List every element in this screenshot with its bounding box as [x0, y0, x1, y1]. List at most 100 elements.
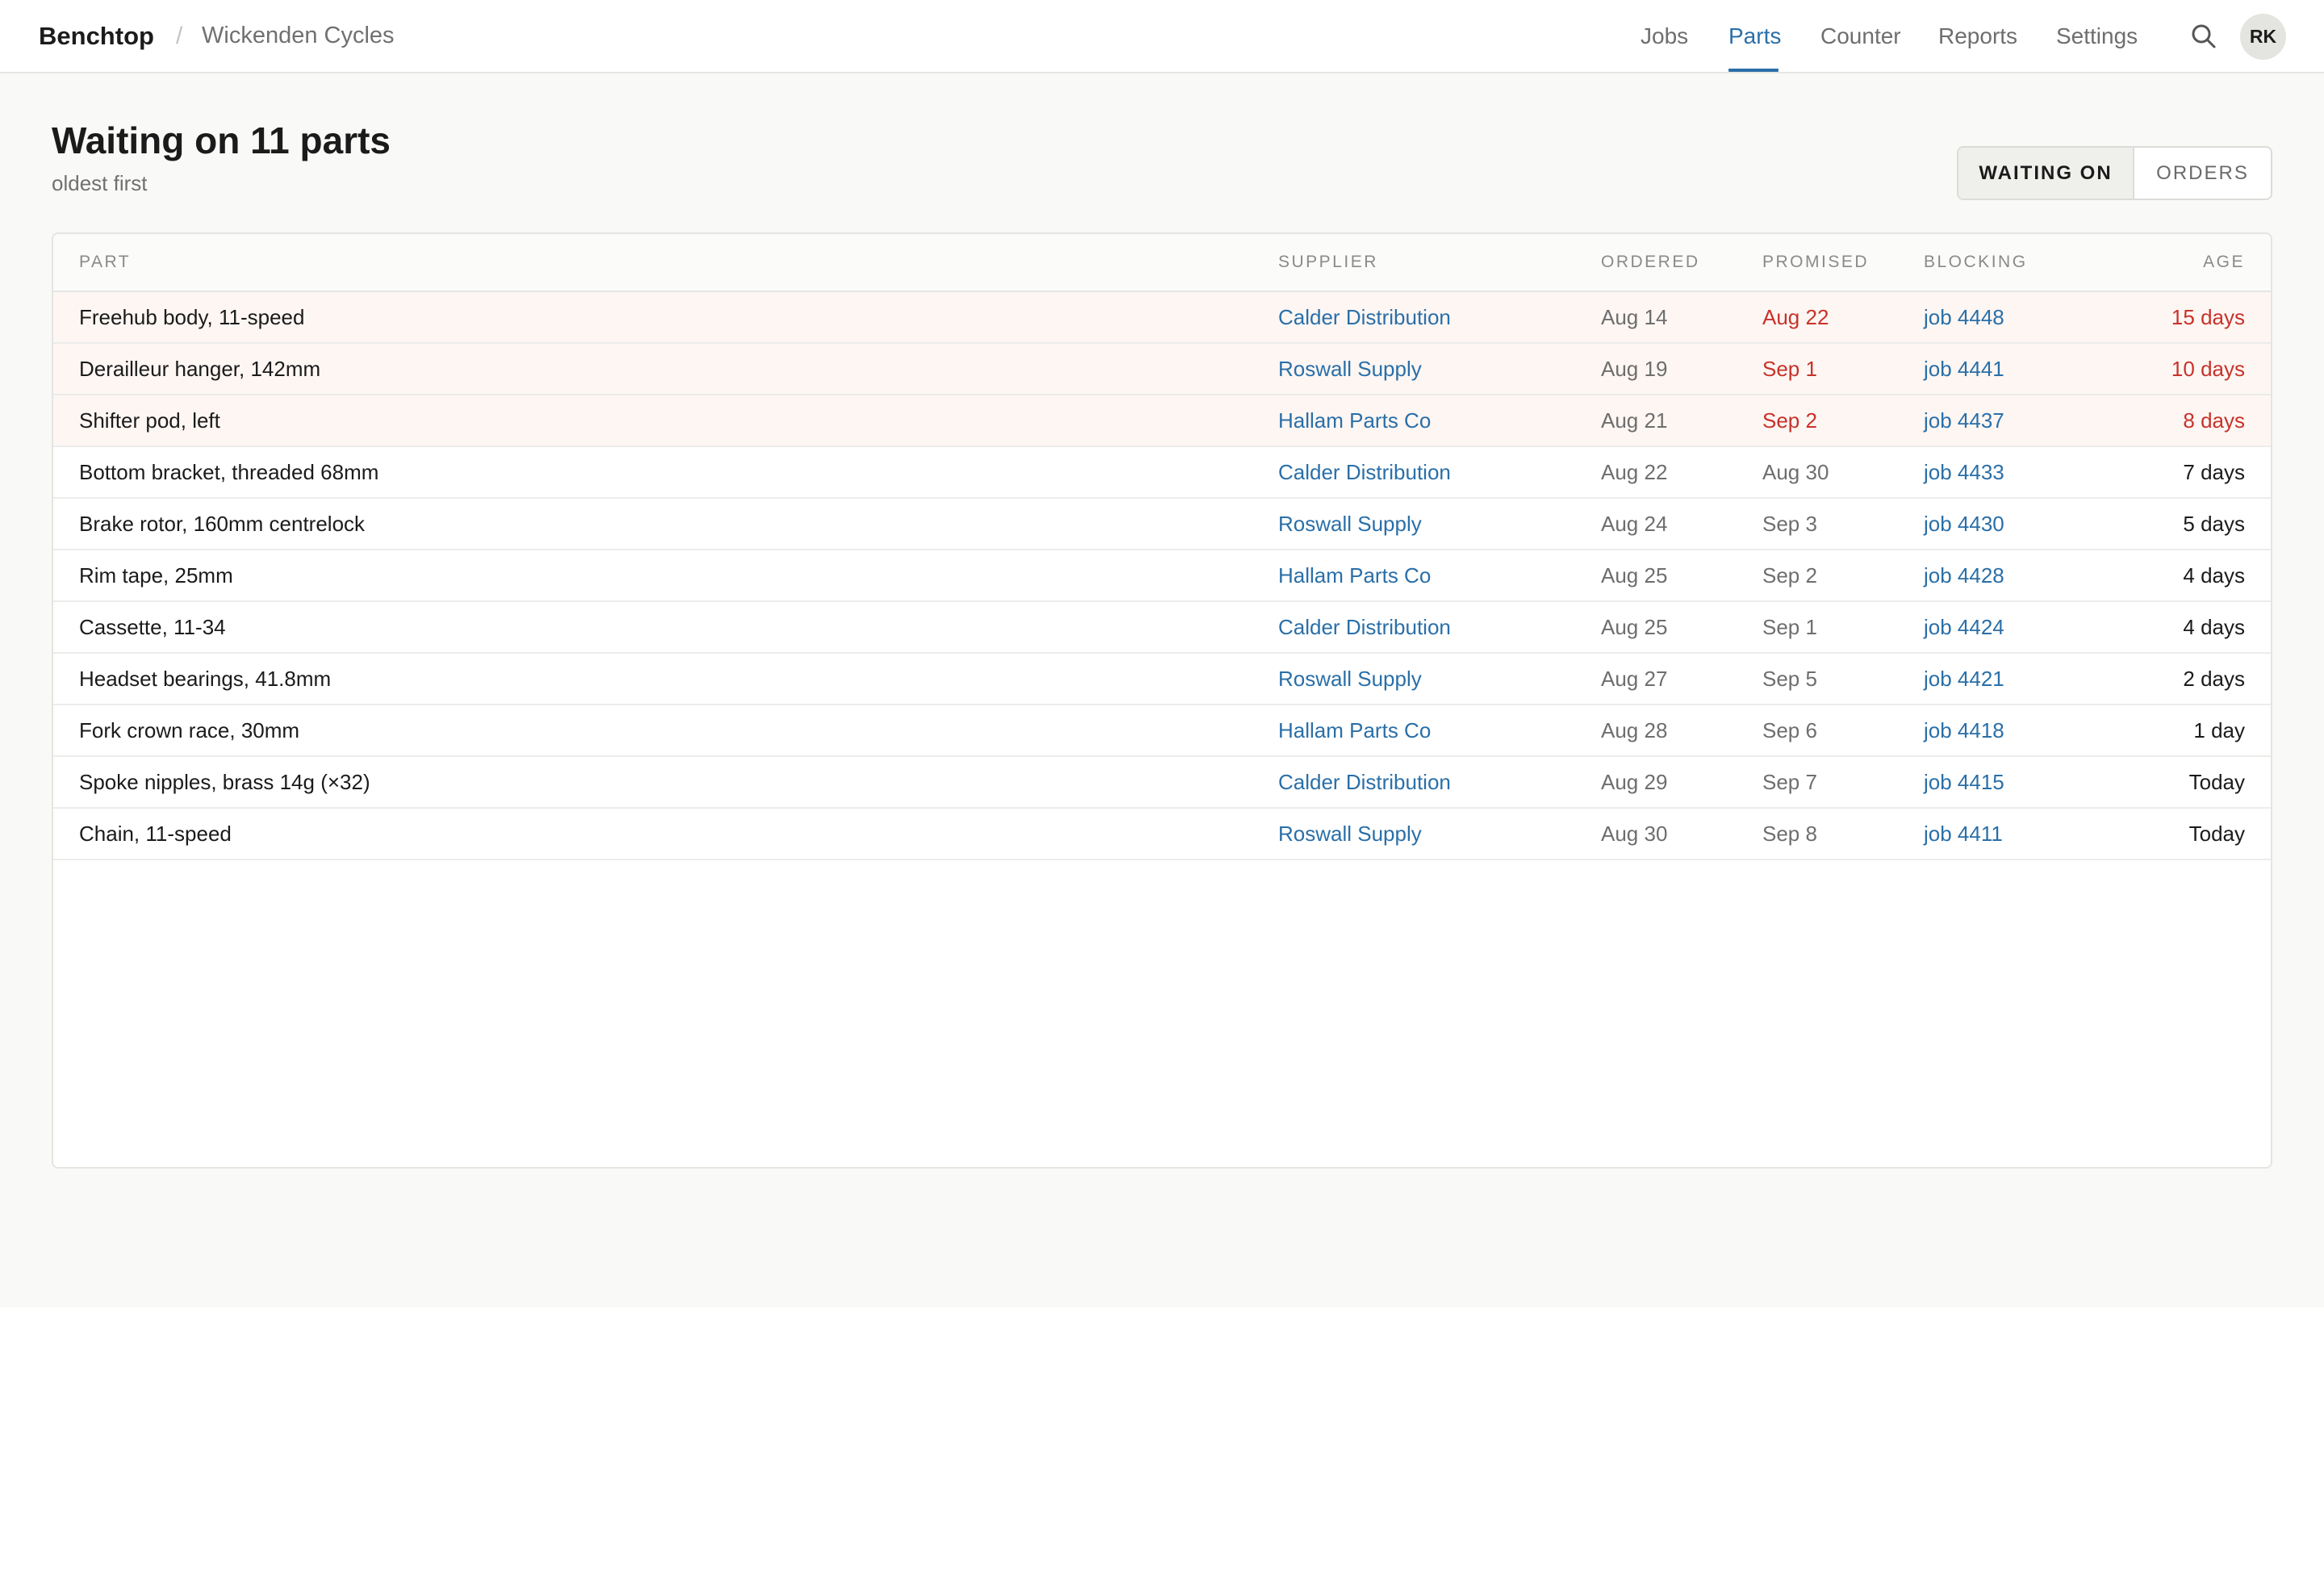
part-name: Fork crown race, 30mm [79, 717, 300, 742]
promised-date: Aug 22 [1762, 304, 1829, 329]
column-header-promised[interactable]: PROMISED [1762, 234, 1869, 291]
promised-date: Sep 2 [1762, 408, 1817, 433]
ordered-date: Aug 27 [1601, 666, 1668, 691]
table-row[interactable]: Cassette, 11-34 Calder Distribution Aug 25… [53, 602, 2271, 654]
age-value: 8 days [2183, 408, 2245, 433]
part-name: Shifter pod, left [79, 408, 220, 433]
age-value: 10 days [2171, 356, 2245, 381]
blocking-job-link[interactable]: job 4421 [1924, 654, 2004, 704]
page-title: Waiting on 11 parts [52, 119, 391, 161]
breadcrumb-separator: / [176, 22, 183, 49]
age-value: 4 days [2183, 562, 2245, 588]
blocking-job-link[interactable]: job 4428 [1924, 550, 2004, 600]
column-header-age[interactable]: AGE [2203, 234, 2245, 291]
blocking-job-link[interactable]: job 4437 [1924, 395, 2004, 445]
table-row[interactable]: Bottom bracket, threaded 68mm Calder Dist… [53, 447, 2271, 499]
supplier-link[interactable]: Hallam Parts Co [1278, 550, 1431, 600]
table-row[interactable]: Headset bearings, 41.8mm Roswall Supply Au… [53, 654, 2271, 705]
blocking-job-link[interactable]: job 4418 [1924, 705, 2004, 755]
ordered-date: Aug 29 [1601, 769, 1668, 794]
table-row[interactable]: Fork crown race, 30mm Hallam Parts Co Aug … [53, 705, 2271, 757]
part-name: Derailleur hanger, 142mm [79, 356, 321, 381]
part-name: Cassette, 11-34 [79, 614, 226, 639]
ordered-date: Aug 22 [1601, 459, 1668, 484]
table-row[interactable]: Spoke nipples, brass 14g (×32) Calder Dis… [53, 757, 2271, 809]
blocking-job-link[interactable]: job 4430 [1924, 499, 2004, 549]
promised-date: Sep 7 [1762, 769, 1817, 794]
column-header-blocking[interactable]: BLOCKING [1924, 234, 2028, 291]
promised-date: Sep 3 [1762, 511, 1817, 536]
blocking-job-link[interactable]: job 4411 [1924, 809, 2003, 859]
ordered-date: Aug 19 [1601, 356, 1668, 381]
blocking-job-link[interactable]: job 4424 [1924, 602, 2004, 652]
promised-date: Sep 8 [1762, 821, 1817, 846]
promised-date: Sep 5 [1762, 666, 1817, 691]
supplier-link[interactable]: Calder Distribution [1278, 757, 1451, 807]
blocking-job-link[interactable]: job 4433 [1924, 447, 2004, 497]
blocking-job-link[interactable]: job 4415 [1924, 757, 2004, 807]
ordered-date: Aug 24 [1601, 511, 1668, 536]
toggle-orders[interactable]: ORDERS [2134, 148, 2271, 199]
table-row[interactable]: Freehub body, 11-speed Calder Distributio… [53, 292, 2271, 344]
nav-settings[interactable]: Settings [2056, 0, 2138, 72]
search-icon[interactable] [2188, 21, 2219, 52]
part-name: Spoke nipples, brass 14g (×32) [79, 769, 370, 794]
age-value: 1 day [2193, 717, 2245, 742]
ordered-date: Aug 21 [1601, 408, 1668, 433]
nav-parts[interactable]: Parts [1728, 0, 1781, 72]
nav-counter[interactable]: Counter [1820, 0, 1901, 72]
promised-date: Sep 6 [1762, 717, 1817, 742]
table-row[interactable]: Chain, 11-speed Roswall Supply Aug 30 Sep 8… [53, 809, 2271, 860]
blocking-job-link[interactable]: job 4441 [1924, 344, 2004, 394]
brand-logo[interactable]: Benchtop [39, 0, 154, 72]
nav-reports[interactable]: Reports [1938, 0, 2017, 72]
supplier-link[interactable]: Roswall Supply [1278, 344, 1422, 394]
active-nav-indicator [1728, 69, 1779, 72]
ordered-date: Aug 14 [1601, 304, 1668, 329]
part-name: Headset bearings, 41.8mm [79, 666, 332, 691]
age-value: 5 days [2183, 511, 2245, 536]
table-row[interactable]: Brake rotor, 160mm centrelock Roswall Sup… [53, 499, 2271, 550]
view-toggle: WAITING ON ORDERS [1957, 146, 2272, 200]
age-value: 7 days [2183, 459, 2245, 484]
table-row[interactable]: Rim tape, 25mm Hallam Parts Co Aug 25 Sep 2… [53, 550, 2271, 602]
promised-date: Sep 2 [1762, 562, 1817, 588]
supplier-link[interactable]: Calder Distribution [1278, 292, 1451, 342]
supplier-link[interactable]: Roswall Supply [1278, 809, 1422, 859]
ordered-date: Aug 25 [1601, 614, 1668, 639]
nav-jobs[interactable]: Jobs [1641, 0, 1688, 72]
age-value: Today [2188, 769, 2245, 794]
ordered-date: Aug 28 [1601, 717, 1668, 742]
app-shell: Benchtop / Wickenden Cycles Jobs Parts C… [0, 0, 2324, 1307]
column-header-part[interactable]: PART [79, 234, 131, 291]
parts-table: PART SUPPLIER ORDERED PROMISED BLOCKING … [52, 232, 2272, 1169]
supplier-link[interactable]: Roswall Supply [1278, 654, 1422, 704]
supplier-link[interactable]: Hallam Parts Co [1278, 395, 1431, 445]
supplier-link[interactable]: Hallam Parts Co [1278, 705, 1431, 755]
promised-date: Sep 1 [1762, 614, 1817, 639]
user-avatar[interactable]: RK [2240, 14, 2286, 60]
table-body: Freehub body, 11-speed Calder Distributio… [53, 292, 2271, 860]
age-value: 2 days [2183, 666, 2245, 691]
top-bar: Benchtop / Wickenden Cycles Jobs Parts C… [0, 0, 2324, 73]
supplier-link[interactable]: Calder Distribution [1278, 447, 1451, 497]
workspace-name[interactable]: Wickenden Cycles [202, 0, 395, 72]
age-value: 4 days [2183, 614, 2245, 639]
column-header-ordered[interactable]: ORDERED [1601, 234, 1700, 291]
part-name: Chain, 11-speed [79, 821, 232, 846]
supplier-link[interactable]: Calder Distribution [1278, 602, 1451, 652]
table-row[interactable]: Shifter pod, left Hallam Parts Co Aug 21 Se… [53, 395, 2271, 447]
toggle-waiting-on[interactable]: WAITING ON [1958, 148, 2134, 199]
part-name: Brake rotor, 160mm centrelock [79, 511, 366, 536]
ordered-date: Aug 25 [1601, 562, 1668, 588]
ordered-date: Aug 30 [1601, 821, 1668, 846]
blocking-job-link[interactable]: job 4448 [1924, 292, 2004, 342]
age-value: Today [2188, 821, 2245, 846]
promised-date: Sep 1 [1762, 356, 1817, 381]
column-header-supplier[interactable]: SUPPLIER [1278, 234, 1378, 291]
supplier-link[interactable]: Roswall Supply [1278, 499, 1422, 549]
part-name: Bottom bracket, threaded 68mm [79, 459, 379, 484]
table-header: PART SUPPLIER ORDERED PROMISED BLOCKING … [53, 234, 2271, 292]
table-row[interactable]: Derailleur hanger, 142mm Roswall Supply Au… [53, 344, 2271, 395]
age-value: 15 days [2171, 304, 2245, 329]
